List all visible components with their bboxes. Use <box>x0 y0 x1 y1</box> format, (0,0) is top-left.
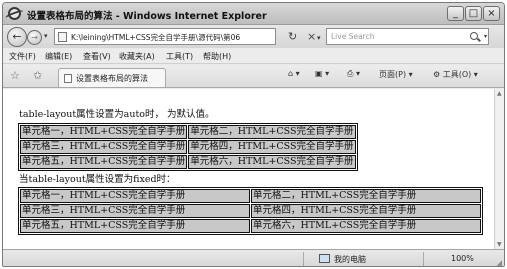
table-cell: 单元格五，HTML+CSS完全自学手册 <box>20 219 250 233</box>
resize-grip-icon[interactable]: ◢ <box>497 259 502 266</box>
forward-button[interactable]: → <box>27 30 42 45</box>
print-button[interactable]: ⎙ ▾ <box>347 69 360 79</box>
tab-title: 设置表格布局的算法 <box>76 74 148 83</box>
back-button[interactable]: ← <box>7 27 27 47</box>
table-cell: 单元格六，HTML+CSS完全自学手册 <box>188 155 356 169</box>
security-zone: 我的电脑 <box>334 255 366 264</box>
favorites-star-icon[interactable]: ☆ <box>10 69 20 82</box>
table-cell: 单元格六，HTML+CSS完全自学手册 <box>251 219 481 233</box>
status-divider <box>303 252 304 266</box>
table-row: 单元格一，HTML+CSS完全自学手册 单元格二，HTML+CSS完全自学手册 <box>20 125 356 139</box>
menu-tools[interactable]: 工具(T) <box>166 51 193 62</box>
menu-favorites[interactable]: 收藏夹(A) <box>119 51 155 62</box>
tab-bar: ☆ ✩ 设置表格布局的算法 ⌂ ▾ ▣ ▾ ⎙ ▾ 页面(P) ▾ ⚙ 工具(O… <box>3 65 504 88</box>
status-bar: 我的电脑 100% ◢ <box>3 249 504 266</box>
table-cell: 单元格三，HTML+CSS完全自学手册 <box>20 204 250 218</box>
table-row: 单元格五，HTML+CSS完全自学手册 单元格六，HTML+CSS完全自学手册 <box>20 219 481 233</box>
search-options-dropdown-icon[interactable]: ▾ <box>484 33 487 40</box>
tab-page-icon <box>64 74 72 83</box>
zoom-level[interactable]: 100% <box>451 254 474 263</box>
fixed-layout-description: 当table-layout属性设置为fixed时： <box>19 174 176 185</box>
table-cell: 单元格一，HTML+CSS完全自学手册 <box>20 125 188 139</box>
table-cell: 单元格四，HTML+CSS完全自学手册 <box>251 204 481 218</box>
vertical-scrollbar[interactable]: ▲ ▼ <box>494 89 504 249</box>
maximize-button[interactable]: □ <box>465 6 482 21</box>
address-toolbar: ← → ▾ K:\leining\HTML+CSS完全自学手册\源代码\第06 … <box>3 26 504 48</box>
auto-layout-table: 单元格一，HTML+CSS完全自学手册 单元格二，HTML+CSS完全自学手册 … <box>18 123 358 171</box>
internet-explorer-icon <box>8 7 21 20</box>
table-row: 单元格五，HTML+CSS完全自学手册 单元格六，HTML+CSS完全自学手册 <box>20 155 356 169</box>
menu-file[interactable]: 文件(F) <box>9 51 36 62</box>
tools-menu-button[interactable]: ⚙ 工具(O) ▾ <box>433 69 478 80</box>
table-cell: 单元格二，HTML+CSS完全自学手册 <box>251 189 481 203</box>
feeds-button[interactable]: ▣ ▾ <box>315 69 329 78</box>
menu-bar: 文件(F) 编辑(E) 查看(V) 收藏夹(A) 工具(T) 帮助(H) <box>3 49 504 64</box>
page-menu-button[interactable]: 页面(P) ▾ <box>379 69 413 80</box>
table-row: 单元格三，HTML+CSS完全自学手册 单元格四，HTML+CSS完全自学手册 <box>20 204 481 218</box>
menu-view[interactable]: 查看(V) <box>83 51 111 62</box>
auto-layout-description: table-layout属性设置为auto时， 为默认值。 <box>19 109 215 120</box>
computer-icon <box>319 254 330 263</box>
fixed-layout-table: 单元格一，HTML+CSS完全自学手册 单元格二，HTML+CSS完全自学手册 … <box>18 187 483 235</box>
close-button[interactable]: × <box>483 6 500 21</box>
address-field[interactable]: K:\leining\HTML+CSS完全自学手册\源代码\第06 ▾ <box>54 28 321 45</box>
menu-edit[interactable]: 编辑(E) <box>45 51 72 62</box>
title-bar[interactable]: 设置表格布局的算法 - Windows Internet Explorer _ … <box>3 3 504 25</box>
scroll-down-icon[interactable]: ▼ <box>497 241 502 248</box>
table-row: 单元格一，HTML+CSS完全自学手册 单元格二，HTML+CSS完全自学手册 <box>20 189 481 203</box>
tab-active[interactable]: 设置表格布局的算法 <box>58 68 166 87</box>
window-title: 设置表格布局的算法 - Windows Internet Explorer <box>27 11 267 22</box>
table-cell: 单元格三，HTML+CSS完全自学手册 <box>20 140 188 154</box>
menu-help[interactable]: 帮助(H) <box>203 51 231 62</box>
minimize-button[interactable]: _ <box>447 6 464 21</box>
refresh-button[interactable]: ↻ <box>288 30 297 43</box>
table-cell: 单元格五，HTML+CSS完全自学手册 <box>20 155 188 169</box>
table-cell: 单元格二，HTML+CSS完全自学手册 <box>188 125 356 139</box>
table-cell: 单元格一，HTML+CSS完全自学手册 <box>20 189 250 203</box>
stop-button[interactable]: × <box>307 30 316 43</box>
browser-window: 设置表格布局的算法 - Windows Internet Explorer _ … <box>2 2 505 267</box>
add-favorites-icon[interactable]: ✩ <box>33 69 42 82</box>
home-button[interactable]: ⌂ ▾ <box>288 69 300 78</box>
table-cell: 单元格四，HTML+CSS完全自学手册 <box>188 140 356 154</box>
status-divider <box>423 252 424 266</box>
page-content: table-layout属性设置为auto时， 为默认值。 单元格一，HTML+… <box>3 89 494 249</box>
recent-pages-dropdown-icon[interactable]: ▾ <box>44 32 48 40</box>
search-icon[interactable] <box>470 32 478 40</box>
address-url[interactable]: K:\leining\HTML+CSS完全自学手册\源代码\第06 <box>71 32 271 43</box>
search-input[interactable]: Live Search ▾ <box>326 28 489 45</box>
page-icon <box>58 32 67 42</box>
address-dropdown-icon[interactable]: ▾ <box>317 34 321 42</box>
search-placeholder: Live Search <box>331 32 375 41</box>
scroll-up-icon[interactable]: ▲ <box>497 90 502 97</box>
table-row: 单元格三，HTML+CSS完全自学手册 单元格四，HTML+CSS完全自学手册 <box>20 140 356 154</box>
